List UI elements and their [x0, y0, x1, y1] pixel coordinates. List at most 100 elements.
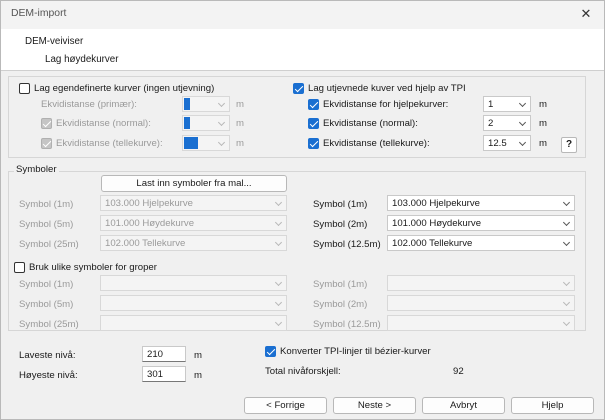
- lowest-level-input[interactable]: 210: [142, 346, 186, 362]
- custom-normal-checkbox[interactable]: [41, 118, 52, 129]
- lowest-level-value: 210: [147, 349, 164, 360]
- dep-tpi-symbol-2m-select[interactable]: [387, 295, 575, 311]
- tpi-symbol-12-5m-select[interactable]: 102.000 Tellekurve: [387, 235, 575, 251]
- smoothed-aux-select[interactable]: 1: [483, 96, 531, 112]
- smoothed-index-checkbox[interactable]: [308, 138, 319, 149]
- tpi-symbol-1m-select[interactable]: 103.000 Hjelpekurve: [387, 195, 575, 211]
- load-symbols-button[interactable]: Last inn symboler fra mal...: [101, 175, 287, 192]
- wizard-header: DEM-veiviser Lag høydekurver: [1, 29, 604, 71]
- tpi-symbol-1m-label: Symbol (1m): [313, 199, 368, 210]
- symbol-25m-value: 102.000 Tellekurve: [105, 238, 186, 249]
- symbol-1m-select[interactable]: 103.000 Hjelpekurve: [100, 195, 287, 211]
- tpi-symbol-12-5m-value: 102.000 Tellekurve: [392, 238, 473, 249]
- custom-normal-label: Ekvidistanse (normal):: [56, 118, 151, 129]
- lowest-level-unit: m: [194, 350, 202, 361]
- chevron-down-icon: [274, 278, 283, 287]
- chevron-down-icon: [274, 218, 283, 227]
- custom-index-checkbox[interactable]: [41, 138, 52, 149]
- chevron-down-icon: [562, 238, 571, 247]
- wizard-step: Lag høydekurver: [45, 54, 119, 65]
- dep-symbol-25m-label: Symbol (25m): [19, 319, 79, 330]
- chevron-down-icon: [274, 318, 283, 327]
- custom-primary-select[interactable]: [182, 96, 230, 112]
- custom-contours-label: Lag egendefinerte kurver (ingen utjevnin…: [34, 83, 215, 94]
- tpi-symbol-2m-value: 101.000 Høydekurve: [392, 218, 482, 229]
- depression-symbols-checkbox[interactable]: [14, 262, 25, 273]
- total-level-diff-label: Total nivåforskjell:: [265, 366, 341, 377]
- dem-import-dialog: DEM-import ✕ DEM-veiviser Lag høydekurve…: [0, 0, 605, 420]
- symbol-5m-value: 101.000 Høydekurve: [105, 218, 195, 229]
- chevron-down-icon: [217, 138, 226, 147]
- window-title: DEM-import: [11, 8, 67, 19]
- custom-normal-select[interactable]: [182, 115, 230, 131]
- custom-index-select[interactable]: [182, 135, 230, 151]
- smoothed-normal-checkbox[interactable]: [308, 118, 319, 129]
- symbol-5m-label: Symbol (5m): [19, 219, 74, 230]
- dep-symbol-1m-label: Symbol (1m): [19, 279, 74, 290]
- dep-tpi-symbol-2m-label: Symbol (2m): [313, 299, 368, 310]
- smoothed-contours-checkbox[interactable]: [293, 83, 304, 94]
- dep-tpi-symbol-1m-label: Symbol (1m): [313, 279, 368, 290]
- tpi-symbol-2m-label: Symbol (2m): [313, 219, 368, 230]
- bezier-label: Konverter TPI-linjer til bézier-kurver: [280, 346, 431, 357]
- symbol-1m-label: Symbol (1m): [19, 199, 74, 210]
- dep-tpi-symbol-12-5m-select[interactable]: [387, 315, 575, 331]
- title-bar: DEM-import ✕: [1, 1, 604, 29]
- dep-symbol-5m-label: Symbol (5m): [19, 299, 74, 310]
- smoothed-index-value: 12.5: [488, 138, 507, 149]
- custom-index-unit: m: [236, 138, 244, 149]
- chevron-down-icon: [217, 118, 226, 127]
- symbol-25m-label: Symbol (25m): [19, 239, 79, 250]
- chevron-down-icon: [562, 278, 571, 287]
- total-level-diff-value: 92: [453, 366, 464, 377]
- smoothed-index-label: Ekvidistanse (tellekurve):: [323, 138, 430, 149]
- chevron-down-icon: [274, 298, 283, 307]
- chevron-down-icon: [518, 118, 527, 127]
- symbol-1m-value: 103.000 Hjelpekurve: [105, 198, 194, 209]
- chevron-down-icon: [274, 198, 283, 207]
- custom-primary-unit: m: [236, 99, 244, 110]
- bezier-checkbox[interactable]: [265, 346, 276, 357]
- primary-bar: [184, 98, 190, 110]
- smoothed-aux-checkbox[interactable]: [308, 99, 319, 110]
- symbol-25m-select[interactable]: 102.000 Tellekurve: [100, 235, 287, 251]
- chevron-down-icon: [274, 238, 283, 247]
- smoothed-index-unit: m: [539, 138, 547, 149]
- smoothed-aux-unit: m: [539, 99, 547, 110]
- symbols-group-title: Symboler: [14, 164, 59, 175]
- wizard-title: DEM-veiviser: [25, 36, 84, 47]
- dep-symbol-25m-select[interactable]: [100, 315, 287, 331]
- help-question-button[interactable]: ?: [561, 137, 577, 153]
- chevron-down-icon: [562, 198, 571, 207]
- normal-bar: [184, 117, 190, 129]
- dep-symbol-5m-select[interactable]: [100, 295, 287, 311]
- back-button[interactable]: < Forrige: [244, 397, 327, 414]
- smoothed-normal-unit: m: [539, 118, 547, 129]
- highest-level-label: Høyeste nivå:: [19, 370, 78, 381]
- help-button[interactable]: Hjelp: [511, 397, 594, 414]
- smoothed-normal-value: 2: [488, 118, 494, 129]
- highest-level-input[interactable]: 301: [142, 366, 186, 382]
- custom-normal-unit: m: [236, 118, 244, 129]
- tpi-symbol-1m-value: 103.000 Hjelpekurve: [392, 198, 481, 209]
- symbol-5m-select[interactable]: 101.000 Høydekurve: [100, 215, 287, 231]
- smoothed-index-select[interactable]: 12.5: [483, 135, 531, 151]
- depression-symbols-label: Bruk ulike symboler for groper: [29, 262, 157, 273]
- tpi-symbol-2m-select[interactable]: 101.000 Høydekurve: [387, 215, 575, 231]
- smoothed-normal-label: Ekvidistanse (normal):: [323, 118, 418, 129]
- lowest-level-label: Laveste nivå:: [19, 350, 76, 361]
- close-icon[interactable]: ✕: [578, 6, 594, 22]
- chevron-down-icon: [562, 298, 571, 307]
- smoothed-normal-select[interactable]: 2: [483, 115, 531, 131]
- smoothed-aux-label: Ekvidistanse for hjelpekurver:: [323, 99, 449, 110]
- chevron-down-icon: [562, 318, 571, 327]
- dep-tpi-symbol-1m-select[interactable]: [387, 275, 575, 291]
- dep-tpi-symbol-12-5m-label: Symbol (12.5m): [313, 319, 381, 330]
- dep-symbol-1m-select[interactable]: [100, 275, 287, 291]
- cancel-button[interactable]: Avbryt: [422, 397, 505, 414]
- chevron-down-icon: [518, 99, 527, 108]
- next-button[interactable]: Neste >: [333, 397, 416, 414]
- index-bar: [184, 137, 198, 149]
- custom-contours-checkbox[interactable]: [19, 83, 30, 94]
- custom-index-label: Ekvidistanse (tellekurve):: [56, 138, 163, 149]
